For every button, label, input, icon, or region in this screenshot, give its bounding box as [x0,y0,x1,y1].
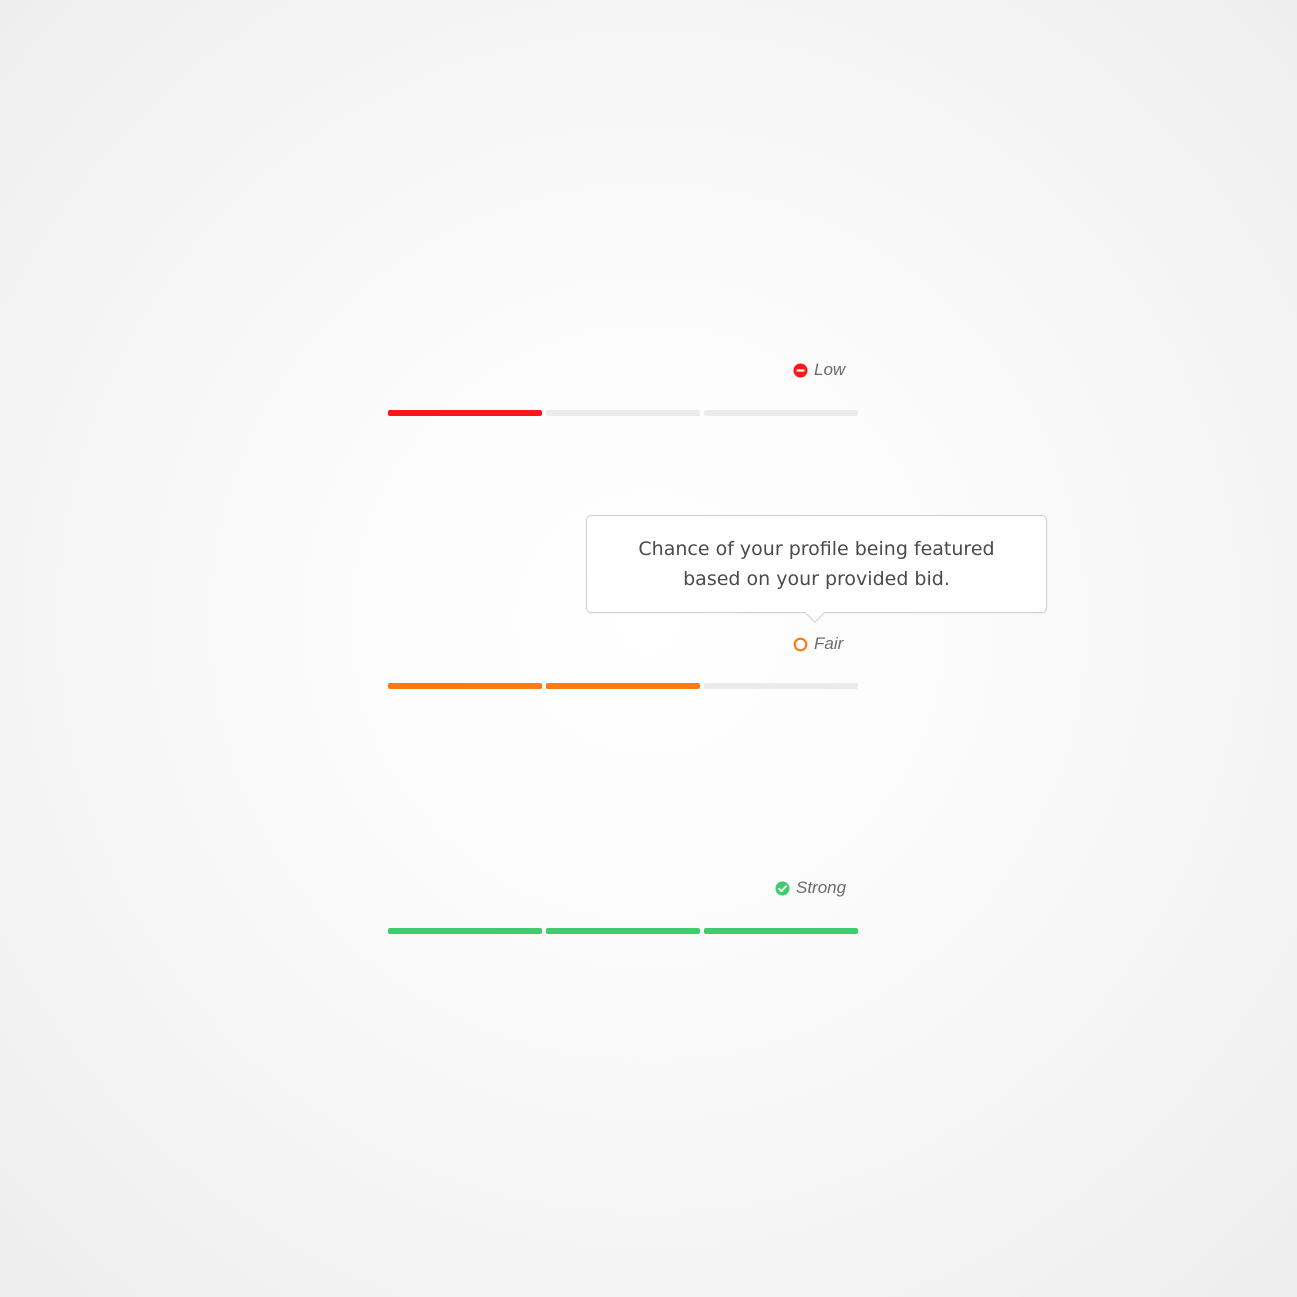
check-circle-icon [775,880,790,896]
minus-circle-icon [793,362,808,378]
bar-segment-empty [546,410,700,416]
progress-bar [388,410,858,416]
info-tooltip: Chance of your profile being featured ba… [586,515,1047,623]
meter-label-low: Low [793,360,845,380]
bar-segment-filled [546,928,700,934]
meter-label-text: Fair [814,634,844,653]
progress-bar [388,683,858,689]
bar-segment-filled [388,683,542,689]
strength-meter-strong: Strong [388,878,858,938]
ring-circle-icon [793,637,808,651]
bar-segment-filled [546,683,700,689]
strength-meter-fair: Fair [388,634,858,694]
meter-label-strong: Strong [775,878,846,898]
bar-segment-empty [704,683,858,689]
progress-bar [388,928,858,934]
meter-label-text: Strong [796,878,847,897]
meter-label-fair: Fair [793,634,843,654]
bar-segment-empty [704,410,858,416]
bar-segment-filled [704,928,858,934]
bar-segment-filled [388,410,542,416]
meter-label-text: Low [814,360,846,379]
strength-meter-low: Low [388,360,858,420]
tooltip-arrow [805,603,825,623]
tooltip-text: Chance of your profile being featured ba… [638,538,995,590]
bar-segment-filled [388,928,542,934]
